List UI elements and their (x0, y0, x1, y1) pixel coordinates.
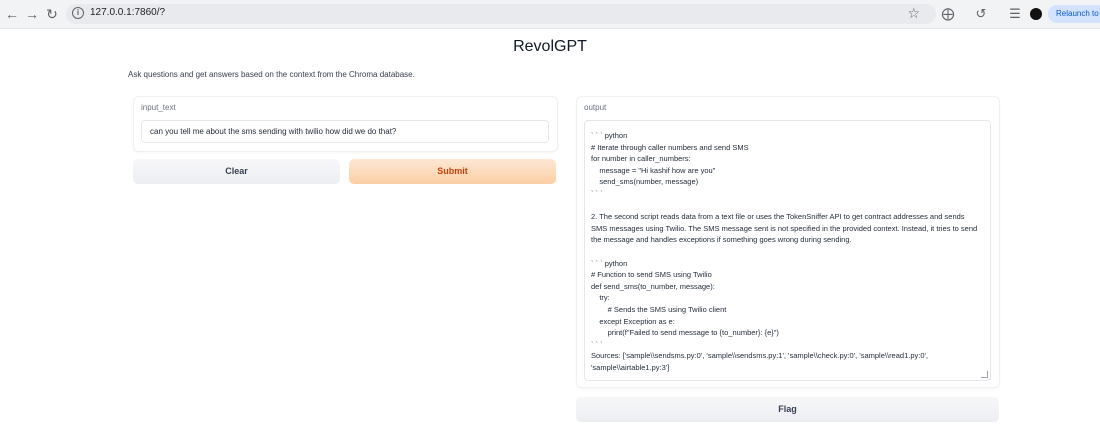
browser-toolbar: ← → ↻ i 127.0.0.1:7860/? ☆ ⨁ ↺ ☰ Relaunc… (0, 0, 1100, 29)
output-text-area[interactable]: ` ` ` python # Iterate through caller nu… (584, 120, 991, 381)
reload-icon[interactable]: ↻ (44, 6, 60, 22)
flag-button[interactable]: Flag (576, 397, 999, 422)
output-line: ` ` ` python (591, 131, 628, 140)
input-text-panel: input_text can you tell me about the sms… (133, 96, 558, 152)
output-line: # Sends the SMS using Twilio client (591, 304, 727, 314)
output-line: ` ` ` (591, 339, 603, 349)
media-controls-icon[interactable]: ☰ (1007, 6, 1023, 22)
output-line: message = "Hi kashif how are you" (591, 165, 716, 175)
output-line: # Iterate through caller numbers and sen… (591, 142, 749, 152)
resize-handle-icon[interactable] (981, 371, 988, 378)
app-description: Ask questions and get answers based on t… (128, 70, 415, 79)
output-line: SMS messages using Twilio. The SMS messa… (591, 223, 978, 233)
output-line: 'sample\\airtable1.py:3'] (591, 362, 670, 372)
output-line: def send_sms(to_number, message): (591, 281, 715, 291)
url-text: 127.0.0.1:7860/? (90, 7, 166, 18)
relaunch-button[interactable]: Relaunch to up (1048, 5, 1100, 23)
output-line: 2. The second script reads data from a t… (591, 212, 965, 222)
output-line: for number in caller_numbers: (591, 154, 691, 164)
output-line: try: (591, 293, 610, 303)
back-arrow-icon[interactable]: ← (4, 6, 20, 22)
output-line: the message and handles exceptions if so… (591, 235, 852, 245)
clear-button[interactable]: Clear (133, 159, 340, 184)
output-label: output (584, 103, 607, 112)
site-info-icon[interactable]: i (72, 7, 84, 19)
input-text-field[interactable]: can you tell me about the sms sending wi… (141, 120, 549, 143)
extensions-icon[interactable]: ⨁ (940, 6, 956, 22)
profile-avatar-icon[interactable] (1030, 8, 1042, 20)
output-line: # Function to send SMS using Twilio (591, 270, 712, 280)
output-line: Sources: ['sample\\sendsms.py:0', 'sampl… (591, 351, 929, 361)
address-bar[interactable]: i 127.0.0.1:7860/? ☆ (66, 4, 936, 24)
output-panel: output ` ` ` python # Iterate through ca… (576, 96, 1000, 388)
forward-arrow-icon[interactable]: → (24, 6, 40, 22)
output-line: send_sms(number, message) (591, 177, 699, 187)
input-text-label: input_text (141, 103, 176, 112)
history-icon[interactable]: ↺ (973, 6, 989, 22)
output-line: except Exception as e: (591, 316, 675, 326)
submit-button[interactable]: Submit (349, 159, 556, 184)
output-line: ` ` ` (591, 188, 603, 198)
output-line: print(f"Failed to send message to {to_nu… (591, 328, 779, 338)
page-title: RevolGPT (513, 38, 587, 55)
bookmark-star-icon[interactable]: ☆ (907, 5, 920, 22)
output-line: ` ` ` python (591, 258, 628, 268)
